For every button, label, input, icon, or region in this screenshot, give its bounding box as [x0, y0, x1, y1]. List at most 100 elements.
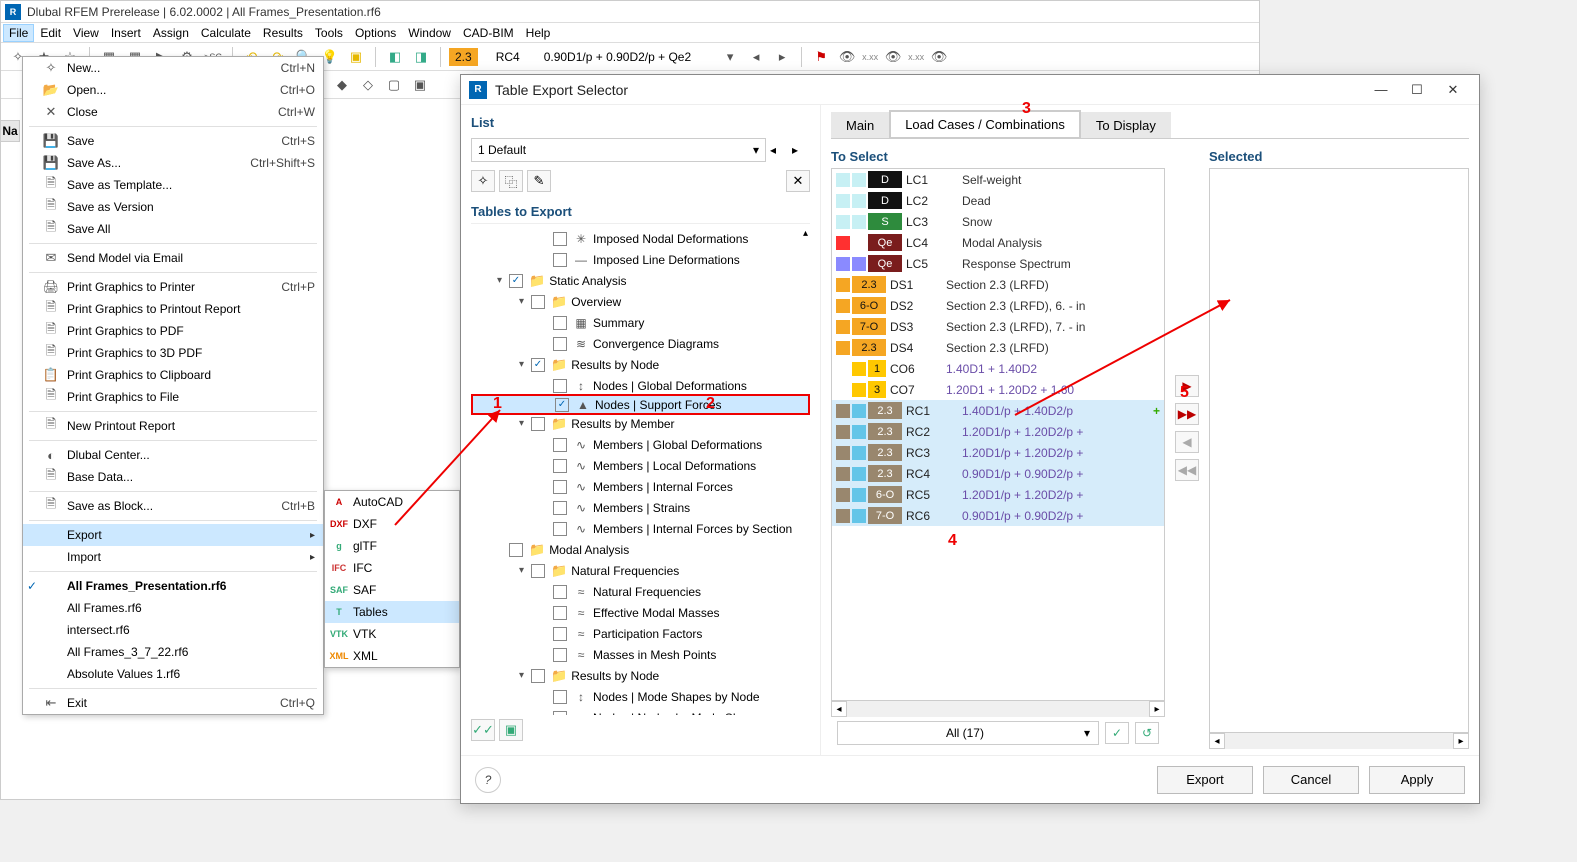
tree-checkbox[interactable] [553, 459, 567, 473]
file-menu-item[interactable]: 🗎Save as Block...Ctrl+B [23, 495, 323, 517]
file-menu-item[interactable]: 🖨Print Graphics to PrinterCtrl+P [23, 276, 323, 298]
tree-node[interactable]: ▾✓📁Static Analysis [471, 270, 810, 291]
menu-tools[interactable]: Tools [309, 24, 349, 42]
delete-list-button[interactable]: ✕ [786, 170, 810, 192]
shape1-icon[interactable]: ◆ [331, 74, 353, 96]
new-list-button[interactable]: ✧ [471, 170, 495, 192]
tree-checkbox[interactable] [553, 648, 567, 662]
caret-icon[interactable]: ▾ [519, 359, 531, 370]
tree-checkbox[interactable] [553, 480, 567, 494]
caret-icon[interactable]: ▾ [497, 275, 509, 286]
tree-checkbox[interactable] [553, 711, 567, 716]
tab-main[interactable]: Main [831, 112, 889, 138]
export-menu-item[interactable]: DXFDXF [325, 513, 459, 535]
tree-checkbox[interactable] [553, 316, 567, 330]
menu-calculate[interactable]: Calculate [195, 24, 257, 42]
prev-icon[interactable]: ◂ [745, 46, 767, 68]
cancel-button[interactable]: Cancel [1263, 766, 1359, 794]
tree-node[interactable]: ∿Members | Local Deformations [471, 455, 810, 476]
load-case-row[interactable]: QeLC5Response Spectrum [832, 253, 1164, 274]
export-menu-item[interactable]: XMLXML [325, 645, 459, 667]
tree-checkbox[interactable] [553, 606, 567, 620]
file-menu-item[interactable]: 🗎Save as Template... [23, 174, 323, 196]
tree-node[interactable]: ▾📁Results by Member [471, 413, 810, 434]
load-case-row[interactable]: 2.3DS4Section 2.3 (LRFD) [832, 337, 1164, 358]
scroll-left-icon[interactable]: ◂ [1209, 733, 1225, 749]
export-button[interactable]: Export [1157, 766, 1253, 794]
file-menu-item[interactable]: ◐Dlubal Center... [23, 444, 323, 466]
file-menu-item[interactable]: Absolute Values 1.rf6 [23, 663, 323, 685]
tree-node[interactable]: ▾📁Natural Frequencies [471, 560, 810, 581]
tree-node[interactable]: ↕Nodes | Global Deformations [471, 375, 810, 396]
file-menu-item[interactable]: 🗎Print Graphics to 3D PDF [23, 342, 323, 364]
load-case-row[interactable]: 2.3RC31.20D1/p + 1.20D2/p + [832, 442, 1164, 463]
load-case-row[interactable]: 2.3RC40.90D1/p + 0.90D2/p + [832, 463, 1164, 484]
to-select-list[interactable]: DLC1Self-weightDLC2DeadSLC3SnowQeLC4Moda… [831, 168, 1165, 701]
filter-dropdown[interactable]: All (17) ▾ [837, 721, 1099, 745]
load-case-row[interactable]: 6-ORC51.20D1/p + 1.20D2/p + [832, 484, 1164, 505]
file-menu-item[interactable]: 🗎Print Graphics to Printout Report [23, 298, 323, 320]
tables-tree[interactable]: ✳Imposed Nodal Deformations—Imposed Line… [471, 223, 810, 715]
list-dropdown[interactable]: 1 Default ▾ [471, 138, 766, 162]
next-icon[interactable]: ▸ [771, 46, 793, 68]
tree-checkbox[interactable] [553, 438, 567, 452]
prev-list-icon[interactable]: ◂ [770, 143, 788, 157]
tab-load-cases-combinations[interactable]: Load Cases / Combinations [889, 110, 1081, 139]
load-case-row[interactable]: DLC2Dead [832, 190, 1164, 211]
selected-list[interactable] [1209, 168, 1469, 733]
tree-checkbox[interactable] [553, 232, 567, 246]
filter-reset-button[interactable]: ↺ [1135, 722, 1159, 744]
menubar[interactable]: FileEditViewInsertAssignCalculateResults… [1, 23, 1259, 43]
file-menu-item[interactable]: 🗎Save All [23, 218, 323, 240]
tree-checkbox[interactable] [553, 585, 567, 599]
tree-node[interactable]: 📁Modal Analysis [471, 539, 810, 560]
menu-assign[interactable]: Assign [147, 24, 195, 42]
caret-icon[interactable]: ▾ [519, 418, 531, 429]
export-menu-item[interactable]: IFCIFC [325, 557, 459, 579]
to-select-hscroll[interactable]: ◂ ▸ [831, 701, 1165, 717]
load-case-row[interactable]: 2.3DS1Section 2.3 (LRFD) [832, 274, 1164, 295]
caret-icon[interactable]: ▾ [519, 296, 531, 307]
scroll-right-icon[interactable]: ▸ [1149, 701, 1165, 717]
file-menu-item[interactable]: 🗎Save as Version [23, 196, 323, 218]
file-menu-item[interactable]: 🗎New Printout Report [23, 415, 323, 437]
tree-node[interactable]: ≋Convergence Diagrams [471, 333, 810, 354]
tree-checkbox[interactable] [531, 564, 545, 578]
minimize-button[interactable]: — [1363, 78, 1399, 102]
export-menu-item[interactable]: gglTF [325, 535, 459, 557]
edit-list-button[interactable]: ✎ [527, 170, 551, 192]
tree-checkbox[interactable] [531, 417, 545, 431]
tree-node[interactable]: ↕Nodes | Nodes by Mode Shape [471, 707, 810, 715]
tree-checkbox[interactable] [509, 543, 523, 557]
tab-to-display[interactable]: To Display [1081, 112, 1171, 138]
menu-window[interactable]: Window [402, 24, 457, 42]
nav-panel-tab[interactable]: Na [0, 120, 20, 142]
tree-node[interactable]: —Imposed Line Deformations [471, 249, 810, 270]
file-menu-item[interactable]: 🗎Print Graphics to PDF [23, 320, 323, 342]
tree-checkbox[interactable] [531, 295, 545, 309]
tree-checkbox[interactable] [553, 522, 567, 536]
load-case-row[interactable]: 2.3RC11.40D1/p + 1.40D2/p + [832, 400, 1164, 421]
menu-help[interactable]: Help [520, 24, 557, 42]
move-right-button[interactable]: ▶ [1175, 375, 1199, 397]
file-menu-item[interactable]: ✧New...Ctrl+N [23, 57, 323, 79]
file-menu-item[interactable]: ✕CloseCtrl+W [23, 101, 323, 123]
tree-checkbox[interactable] [553, 690, 567, 704]
scroll-left-icon[interactable]: ◂ [831, 701, 847, 717]
menu-cad-bim[interactable]: CAD-BIM [457, 24, 520, 42]
caret-icon[interactable]: ▾ [519, 670, 531, 681]
file-menu-item[interactable]: 🗎Print Graphics to File [23, 386, 323, 408]
file-menu-item[interactable]: 📋Print Graphics to Clipboard [23, 364, 323, 386]
tree-checkbox[interactable]: ✓ [555, 398, 569, 412]
file-menu-item[interactable]: ✉Send Model via Email [23, 247, 323, 269]
move-left-button[interactable]: ◀ [1175, 431, 1199, 453]
file-menu-item[interactable]: Export▸ [23, 524, 323, 546]
file-menu-item[interactable]: ⇤ExitCtrl+Q [23, 692, 323, 714]
tree-checkbox[interactable] [553, 253, 567, 267]
tree-node[interactable]: ≈Participation Factors [471, 623, 810, 644]
load-case-row[interactable]: 3CO71.20D1 + 1.20D2 + 1.60 [832, 379, 1164, 400]
scroll-right-icon[interactable]: ▸ [1453, 733, 1469, 749]
apply-button[interactable]: Apply [1369, 766, 1465, 794]
tree-node[interactable]: ↕Nodes | Mode Shapes by Node [471, 686, 810, 707]
tree-node[interactable]: ≈Natural Frequencies [471, 581, 810, 602]
